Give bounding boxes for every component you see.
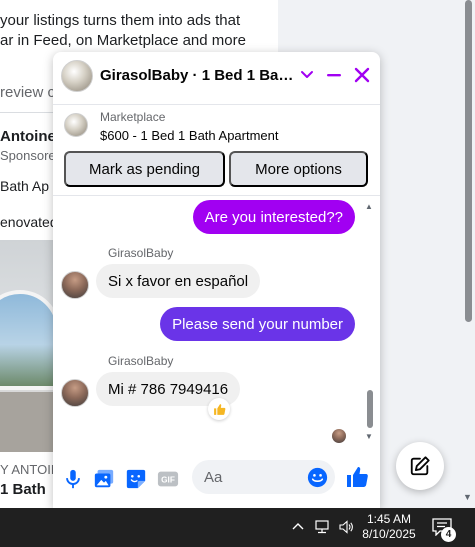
background-text-line: your listings turns them into ads that — [0, 12, 241, 29]
incoming-message[interactable]: Si x favor en español — [96, 264, 261, 298]
background-text-line: ar in Feed, on Marketplace and more — [0, 32, 246, 49]
volume-icon[interactable] — [338, 519, 354, 535]
network-icon[interactable] — [314, 519, 330, 535]
advertiser-name[interactable]: Antoine — [0, 128, 56, 145]
like-icon[interactable] — [345, 465, 369, 489]
marketplace-listing-banner: Marketplace $600 - 1 Bed 1 Bath Apartmen… — [53, 104, 380, 196]
sticker-icon[interactable] — [125, 468, 147, 490]
photo-icon[interactable] — [93, 468, 115, 490]
close-icon[interactable] — [353, 66, 371, 84]
composer: GIF — [53, 452, 380, 508]
system-clock[interactable]: 1:45 AM 8/10/2025 — [360, 512, 418, 542]
scroll-up-arrow-icon[interactable]: ▲ — [365, 202, 373, 211]
photo-window — [0, 290, 60, 390]
background-seller-name: Y ANTOIN — [0, 462, 61, 477]
scroll-down-arrow-icon[interactable]: ▼ — [463, 492, 472, 502]
chat-title[interactable]: GirasolBaby · 1 Bed 1 Bath ... — [100, 67, 296, 84]
outgoing-message[interactable]: Please send your number — [160, 307, 355, 341]
message-scrollbar-thumb[interactable] — [367, 390, 373, 428]
compose-icon — [410, 456, 430, 476]
avatar[interactable] — [61, 271, 89, 299]
listing-thumbnail[interactable] — [64, 113, 88, 137]
clock-time: 1:45 AM — [366, 512, 412, 526]
clock-date: 8/10/2025 — [362, 527, 416, 541]
thumbs-up-reaction-icon[interactable] — [208, 398, 230, 420]
minimize-icon[interactable] — [325, 66, 343, 84]
listing-title[interactable]: $600 - 1 Bed 1 Bath Apartment — [100, 128, 279, 143]
microphone-icon[interactable] — [62, 468, 84, 490]
background-listing-title[interactable]: Bath Ap — [0, 178, 49, 194]
emoji-icon[interactable] — [307, 467, 328, 488]
message-sender: GirasolBaby — [108, 354, 174, 368]
outgoing-message[interactable]: Are you interested?? — [192, 200, 355, 234]
chat-header[interactable]: GirasolBaby · 1 Bed 1 Bath ... — [53, 52, 380, 100]
gif-icon[interactable]: GIF — [157, 468, 179, 490]
more-options-button[interactable]: More options — [229, 151, 368, 187]
new-message-button[interactable] — [396, 442, 444, 490]
notification-count-badge: 4 — [441, 527, 456, 542]
mark-as-pending-button[interactable]: Mark as pending — [64, 151, 225, 187]
background-listing-title-2[interactable]: 1 Bath — [0, 481, 46, 498]
background-review-link[interactable]: review c — [0, 84, 55, 101]
chevron-up-icon[interactable] — [291, 520, 305, 534]
listing-avatar[interactable] — [61, 60, 93, 92]
taskbar: 1:45 AM 8/10/2025 4 — [0, 508, 475, 547]
chevron-down-icon[interactable] — [299, 66, 315, 82]
page-scrollbar-thumb[interactable] — [465, 0, 472, 322]
avatar[interactable] — [61, 379, 89, 407]
message-sender: GirasolBaby — [108, 246, 174, 260]
svg-text:GIF: GIF — [161, 476, 175, 485]
seen-receipt-avatar — [332, 429, 346, 443]
background-description: enovated — [0, 214, 58, 230]
message-list[interactable]: Are you interested?? GirasolBaby Si x fa… — [53, 197, 380, 446]
chat-window: GirasolBaby · 1 Bed 1 Bath ... Marketpla… — [53, 52, 380, 508]
listing-source: Marketplace — [100, 110, 166, 124]
scroll-down-arrow-icon[interactable]: ▼ — [365, 432, 373, 441]
